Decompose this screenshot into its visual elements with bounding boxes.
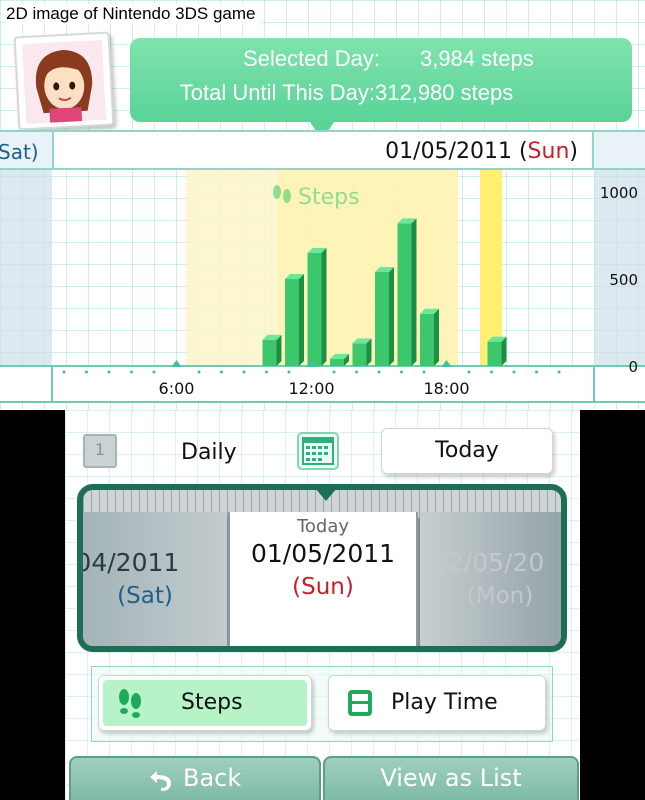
x-axis-dot bbox=[242, 370, 246, 374]
selected-day-label: Selected Day: bbox=[243, 46, 380, 71]
selected-hour-band bbox=[480, 170, 502, 366]
x-axis-dot bbox=[535, 370, 538, 374]
steps-button-label: Steps bbox=[181, 690, 243, 715]
selector-current-date: 01/05/2011 bbox=[250, 539, 396, 568]
play-time-button-label: Play Time bbox=[391, 690, 498, 715]
prev-date: /04/2011 bbox=[77, 548, 180, 577]
current-weekday: Sun bbox=[527, 139, 570, 164]
next-date-cell[interactable]: 02/05/20 (Mon) bbox=[420, 512, 561, 646]
date-band: Sat) 01/05/2011 (Sun) bbox=[0, 130, 645, 170]
x-axis-dot bbox=[287, 370, 291, 374]
svg-text:Steps: Steps bbox=[298, 185, 360, 210]
bar-20 bbox=[487, 336, 507, 366]
x-axis-dot bbox=[332, 370, 336, 374]
x-axis-dot bbox=[467, 370, 471, 374]
prev-weekday: (Sat) bbox=[117, 583, 173, 609]
view-mode-label: Daily bbox=[181, 440, 237, 465]
top-screen: 2D image of Nintendo 3DS game Selected D… bbox=[0, 0, 645, 410]
x-axis-dot bbox=[62, 370, 66, 374]
x-axis-dot bbox=[220, 370, 223, 374]
x-axis-dot bbox=[197, 370, 201, 374]
x-axis-dot bbox=[377, 370, 381, 374]
x-axis-dot bbox=[355, 370, 358, 374]
play-time-button[interactable]: Play Time bbox=[328, 675, 546, 731]
image-caption: 2D image of Nintendo 3DS game bbox=[6, 4, 262, 24]
metric-toggle-bar: Steps Play Time bbox=[91, 666, 553, 742]
mii-avatar bbox=[13, 31, 115, 131]
steps-summary-bubble: Selected Day: 3,984 steps Total Until Th… bbox=[130, 38, 632, 140]
x-axis-dot bbox=[130, 370, 133, 374]
3ds-console-icon bbox=[348, 690, 372, 716]
prev-date-cell[interactable]: /04/2011 (Sat) bbox=[77, 512, 227, 646]
total-until-day-value: 312,980 steps bbox=[375, 80, 514, 105]
x-axis-dot bbox=[85, 370, 88, 374]
prev-day-column bbox=[0, 170, 52, 366]
x-tick-label: 6:00 bbox=[159, 379, 195, 398]
footprints-icon bbox=[119, 689, 141, 718]
back-button[interactable]: Back bbox=[69, 756, 321, 800]
y-tick-label: 0 bbox=[628, 358, 638, 376]
x-axis-dot bbox=[265, 370, 268, 374]
current-date-cell[interactable]: Today 01/05/2011 (Sun) bbox=[228, 512, 418, 646]
bar-12 bbox=[307, 247, 327, 366]
today-tag: Today bbox=[296, 516, 350, 537]
total-until-day-label: Total Until This Day: bbox=[179, 80, 375, 105]
date-selector[interactable]: /04/2011 (Sat) Today 01/05/2011 (Sun) 02… bbox=[77, 484, 567, 652]
selector-current-weekday: (Sun) bbox=[292, 574, 354, 600]
x-axis-dot bbox=[557, 370, 561, 374]
current-date: 01/05/2011 bbox=[385, 139, 512, 164]
y-tick-label: 500 bbox=[609, 271, 638, 289]
x-axis-dot bbox=[152, 370, 156, 374]
view-as-list-button[interactable]: View as List bbox=[323, 756, 579, 800]
bar-15 bbox=[375, 267, 394, 366]
view-mode-bar: 1 Daily bbox=[79, 428, 345, 478]
back-arrow-icon bbox=[150, 771, 171, 791]
prev-day-weekday: Sat) bbox=[0, 140, 39, 164]
active-band-morning bbox=[186, 170, 278, 366]
x-tick-label: 18:00 bbox=[423, 379, 469, 398]
bar-11 bbox=[285, 274, 304, 366]
y-tick-label: 1000 bbox=[600, 184, 638, 202]
steps-chart: Steps 6:00 12:00 18:00 1000 500 0 bbox=[0, 170, 645, 403]
bar-17 bbox=[420, 308, 439, 366]
x-axis-dot bbox=[400, 370, 403, 374]
bar-16 bbox=[397, 218, 417, 366]
calendar-grid-icon[interactable] bbox=[297, 432, 339, 470]
x-axis-dot bbox=[422, 370, 426, 374]
x-tick-marker bbox=[171, 360, 182, 367]
x-tick-label: 12:00 bbox=[288, 379, 334, 398]
back-button-label: Back bbox=[183, 764, 242, 792]
steps-button[interactable]: Steps bbox=[98, 675, 312, 731]
bar-10 bbox=[262, 334, 282, 366]
x-axis-dot bbox=[512, 370, 516, 374]
current-date-box: 01/05/2011 (Sun) bbox=[52, 132, 594, 168]
next-date: 02/05/20 bbox=[432, 548, 545, 577]
x-axis-dot bbox=[107, 370, 111, 374]
bar-14 bbox=[352, 338, 372, 366]
next-weekday: (Mon) bbox=[466, 583, 534, 609]
calendar-page-icon[interactable]: 1 bbox=[83, 434, 117, 468]
bottom-screen: 1 Daily Today /04/2011 (Sat) Today 01/05… bbox=[65, 410, 580, 800]
x-axis-dot bbox=[490, 370, 493, 374]
selected-day-value: 3,984 steps bbox=[420, 46, 534, 71]
today-button[interactable]: Today bbox=[381, 428, 553, 474]
